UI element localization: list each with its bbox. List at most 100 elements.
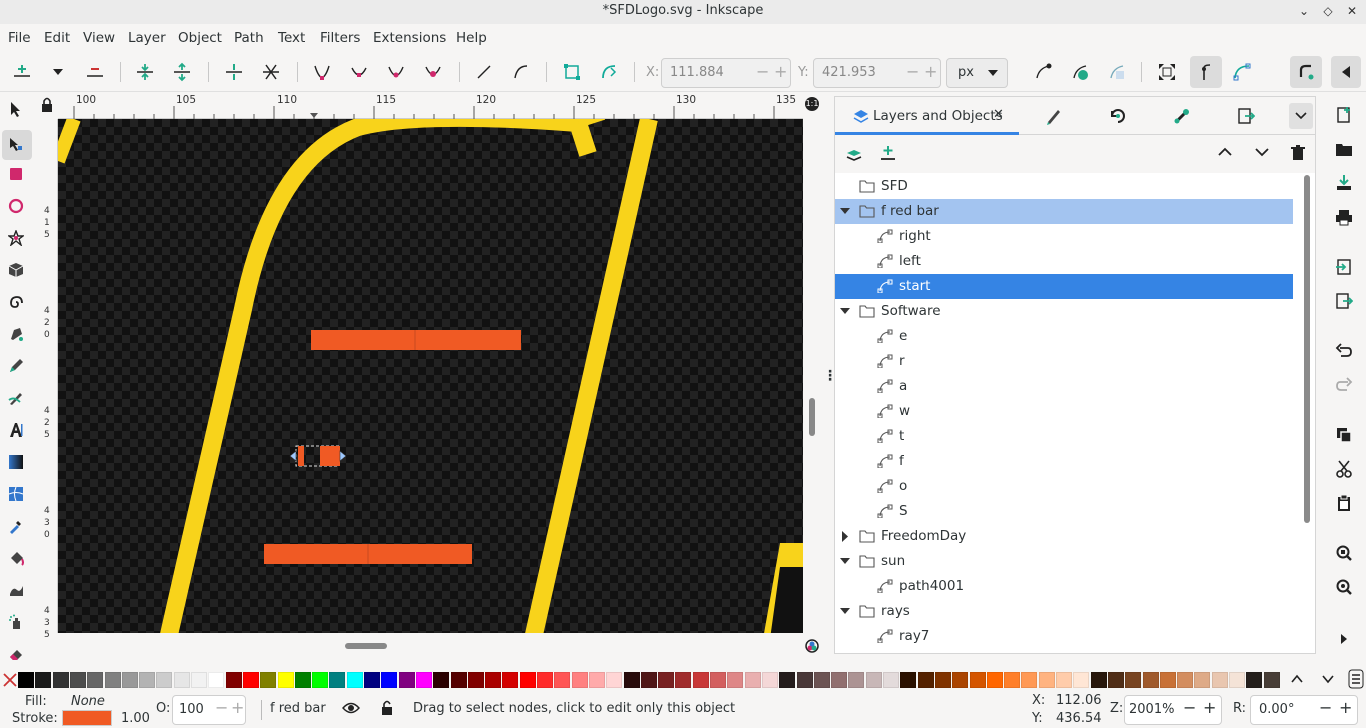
color-swatch[interactable] (260, 672, 277, 688)
palette-scroll-up-icon[interactable] (1290, 670, 1304, 688)
opacity-increment-button[interactable]: + (231, 698, 244, 717)
switch-layer-icon[interactable] (845, 145, 863, 163)
opacity-decrement-button[interactable]: − (215, 698, 228, 717)
color-swatch[interactable] (156, 672, 173, 688)
lock-guides-icon[interactable] (40, 96, 54, 114)
color-swatch[interactable] (969, 672, 986, 688)
node-smooth-icon[interactable] (347, 60, 371, 84)
color-swatch[interactable] (225, 672, 242, 688)
export-document-icon[interactable] (1332, 289, 1356, 313)
color-swatch[interactable] (1263, 672, 1280, 688)
color-swatch[interactable] (485, 672, 502, 688)
display-mode-icon[interactable] (804, 638, 820, 654)
zoom-drawing-icon[interactable] (1332, 575, 1356, 599)
delete-node-icon[interactable] (83, 60, 107, 84)
color-swatch[interactable] (191, 672, 207, 688)
spray-tool-icon[interactable] (5, 611, 27, 633)
node-symmetric-icon[interactable] (384, 60, 408, 84)
preferences-icon[interactable] (1173, 107, 1191, 125)
color-swatch[interactable] (277, 672, 294, 688)
color-swatch[interactable] (900, 672, 917, 688)
color-swatch[interactable] (1073, 672, 1090, 688)
color-swatch[interactable] (1056, 672, 1072, 688)
color-swatch[interactable] (139, 672, 156, 688)
color-swatch[interactable] (1229, 672, 1245, 688)
color-swatch[interactable] (727, 672, 744, 688)
3d-box-tool-icon[interactable] (5, 259, 27, 281)
stroke-width-value[interactable]: 1.00 (121, 711, 150, 726)
rotation-field[interactable]: 0.00° − + (1250, 695, 1358, 725)
color-swatch[interactable] (952, 672, 969, 688)
red-bar-right[interactable] (311, 330, 521, 350)
color-swatch[interactable] (710, 672, 726, 688)
x-increment-button[interactable]: + (774, 62, 787, 81)
menu-extensions[interactable]: Extensions (373, 30, 446, 46)
menu-text[interactable]: Text (278, 30, 305, 46)
paste-icon[interactable] (1332, 491, 1356, 515)
color-swatch[interactable] (104, 672, 121, 688)
color-swatch[interactable] (18, 672, 34, 688)
expander-open-icon[interactable] (839, 299, 855, 324)
color-swatch[interactable] (381, 672, 398, 688)
color-swatch[interactable] (329, 672, 346, 688)
join-nodes-icon[interactable] (133, 60, 157, 84)
tab-layers-objects[interactable]: Layers and Objects ✕ (835, 97, 1019, 135)
x-coordinate-field[interactable]: 111.884 − + (661, 58, 791, 88)
color-swatch[interactable] (1021, 672, 1038, 688)
snap-popover-icon[interactable] (1331, 56, 1361, 88)
gradient-tool-icon[interactable] (5, 451, 27, 473)
color-swatch[interactable] (675, 672, 692, 688)
color-swatch[interactable] (554, 672, 571, 688)
color-swatch[interactable] (986, 672, 1003, 688)
current-layer-label[interactable]: f red bar (270, 701, 326, 716)
cut-icon[interactable] (1332, 457, 1356, 481)
tweak-tool-icon[interactable] (5, 579, 27, 601)
selector-tool-icon[interactable] (5, 98, 27, 120)
fill-stroke-icon[interactable] (1045, 107, 1063, 125)
menu-edit[interactable]: Edit (44, 30, 70, 46)
tree-object-row[interactable]: w (835, 399, 1293, 424)
export-icon[interactable] (1237, 107, 1255, 125)
palette-scroll-down-icon[interactable] (1321, 670, 1335, 688)
menu-view[interactable]: View (83, 30, 115, 46)
color-swatch[interactable] (1004, 672, 1021, 688)
tree-object-row[interactable]: a (835, 374, 1293, 399)
visibility-eye-icon[interactable] (342, 701, 360, 715)
color-swatch[interactable] (364, 672, 380, 688)
tree-layer-row[interactable]: FreedomDay (835, 524, 1293, 549)
object-to-path-icon[interactable] (560, 60, 584, 84)
node-cusp-icon[interactable] (310, 60, 334, 84)
menu-filters[interactable]: Filters (320, 30, 360, 46)
close-icon[interactable]: ✕ (1341, 0, 1363, 22)
more-commands-icon[interactable] (1332, 627, 1356, 651)
color-swatch[interactable] (121, 672, 138, 688)
tree-layer-row[interactable]: SFD (835, 174, 1293, 199)
color-swatch[interactable] (1038, 672, 1055, 688)
tree-layer-row[interactable]: Software (835, 299, 1293, 324)
tree-object-row[interactable]: o (835, 474, 1293, 499)
new-document-icon[interactable] (1332, 103, 1356, 127)
tree-object-row[interactable]: S (835, 499, 1293, 524)
zoom-correction-icon[interactable]: 1:1 (805, 97, 819, 111)
delete-segment-icon[interactable] (259, 60, 283, 84)
eraser-tool-icon[interactable] (5, 643, 27, 665)
color-swatch[interactable] (1159, 672, 1176, 688)
color-swatch[interactable] (588, 672, 605, 688)
color-swatch[interactable] (623, 672, 640, 688)
zoom-out-button[interactable]: − (1183, 698, 1196, 717)
insert-node-icon[interactable] (10, 60, 34, 84)
text-tool-icon[interactable] (5, 419, 27, 441)
color-swatch[interactable] (692, 672, 709, 688)
menu-help[interactable]: Help (456, 30, 487, 46)
maximize-icon[interactable]: ◇ (1317, 0, 1339, 22)
snap-toggle-icon[interactable] (1290, 56, 1322, 88)
color-swatch[interactable] (398, 672, 415, 688)
y-increment-button[interactable]: + (924, 62, 937, 81)
tree-scroll-thumb[interactable] (1304, 175, 1310, 523)
unit-dropdown[interactable]: px (946, 58, 1008, 88)
color-swatch[interactable] (52, 672, 69, 688)
color-swatch[interactable] (761, 672, 778, 688)
import-icon[interactable] (1332, 255, 1356, 279)
zoom-selection-icon[interactable] (1332, 541, 1356, 565)
show-handles-icon[interactable] (1031, 60, 1055, 84)
